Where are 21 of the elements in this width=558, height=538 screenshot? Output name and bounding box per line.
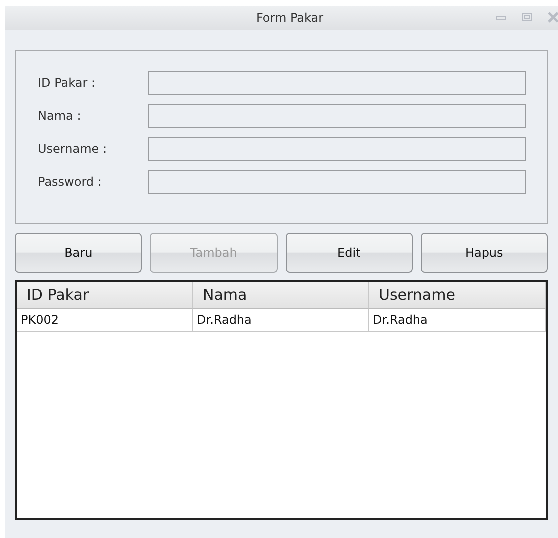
input-field[interactable] — [148, 170, 526, 194]
window-title: Form Pakar — [256, 11, 324, 25]
close-icon[interactable] — [548, 12, 558, 23]
column-header[interactable]: Nama — [193, 282, 369, 309]
column-header[interactable]: ID Pakar — [17, 282, 193, 309]
input-field[interactable] — [148, 71, 526, 95]
field-label: ID Pakar : — [38, 76, 97, 90]
table-cell: Dr.Radha — [193, 309, 369, 332]
action-button[interactable]: Hapus — [420, 233, 548, 273]
action-button[interactable]: Baru — [15, 233, 142, 273]
maximize-icon[interactable] — [522, 12, 534, 22]
input-field[interactable] — [148, 104, 526, 128]
field-label: Nama : — [38, 109, 82, 123]
minimize-icon[interactable] — [496, 14, 508, 22]
action-button[interactable]: Edit — [286, 233, 413, 273]
input-field[interactable] — [148, 137, 526, 161]
field-label: Username : — [38, 142, 108, 156]
field-label: Password : — [38, 175, 103, 189]
table-cell: PK002 — [17, 309, 193, 332]
table-cell: Dr.Radha — [369, 309, 546, 332]
column-header[interactable]: Username — [369, 282, 546, 309]
